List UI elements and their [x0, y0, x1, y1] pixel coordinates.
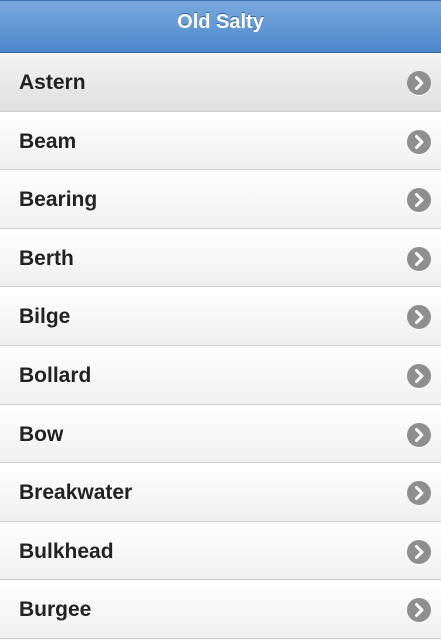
- chevron-right-icon: [407, 481, 431, 506]
- list-item[interactable]: Bilge: [0, 287, 441, 346]
- glossary-list: Astern Beam Bearing Berth Bilge Bollard …: [0, 53, 441, 639]
- list-item[interactable]: Breakwater: [0, 463, 441, 522]
- list-item-label: Bulkhead: [19, 539, 114, 563]
- list-item[interactable]: Burgee: [0, 580, 441, 639]
- list-item[interactable]: Bollard: [0, 345, 441, 405]
- chevron-right-icon: [407, 422, 431, 447]
- list-item-label: Berth: [19, 246, 74, 270]
- list-item-label: Bollard: [19, 363, 92, 387]
- list-item[interactable]: Bearing: [0, 170, 441, 229]
- list-item-label: Bilge: [19, 305, 71, 329]
- list-item[interactable]: Bulkhead: [0, 521, 441, 581]
- list-item[interactable]: Beam: [0, 111, 441, 171]
- list-item-label: Beam: [19, 129, 77, 153]
- list-item[interactable]: Astern: [0, 53, 441, 112]
- chevron-right-icon: [407, 598, 431, 623]
- chevron-right-icon: [407, 305, 431, 330]
- page-title: Old Salty: [177, 11, 264, 33]
- list-item-label: Breakwater: [19, 481, 133, 505]
- chevron-right-icon: [407, 71, 431, 95]
- chevron-right-icon: [407, 129, 431, 154]
- list-item-label: Burgee: [19, 598, 92, 622]
- chevron-right-icon: [407, 363, 431, 388]
- app-header: Old Salty: [0, 0, 441, 53]
- list-item-label: Bearing: [19, 188, 98, 212]
- list-item[interactable]: Bow: [0, 404, 441, 464]
- list-item[interactable]: Berth: [0, 228, 441, 288]
- chevron-right-icon: [407, 188, 431, 213]
- chevron-right-icon: [407, 539, 431, 564]
- list-item-label: Astern: [19, 71, 86, 94]
- chevron-right-icon: [407, 246, 431, 271]
- list-item-label: Bow: [19, 422, 64, 446]
